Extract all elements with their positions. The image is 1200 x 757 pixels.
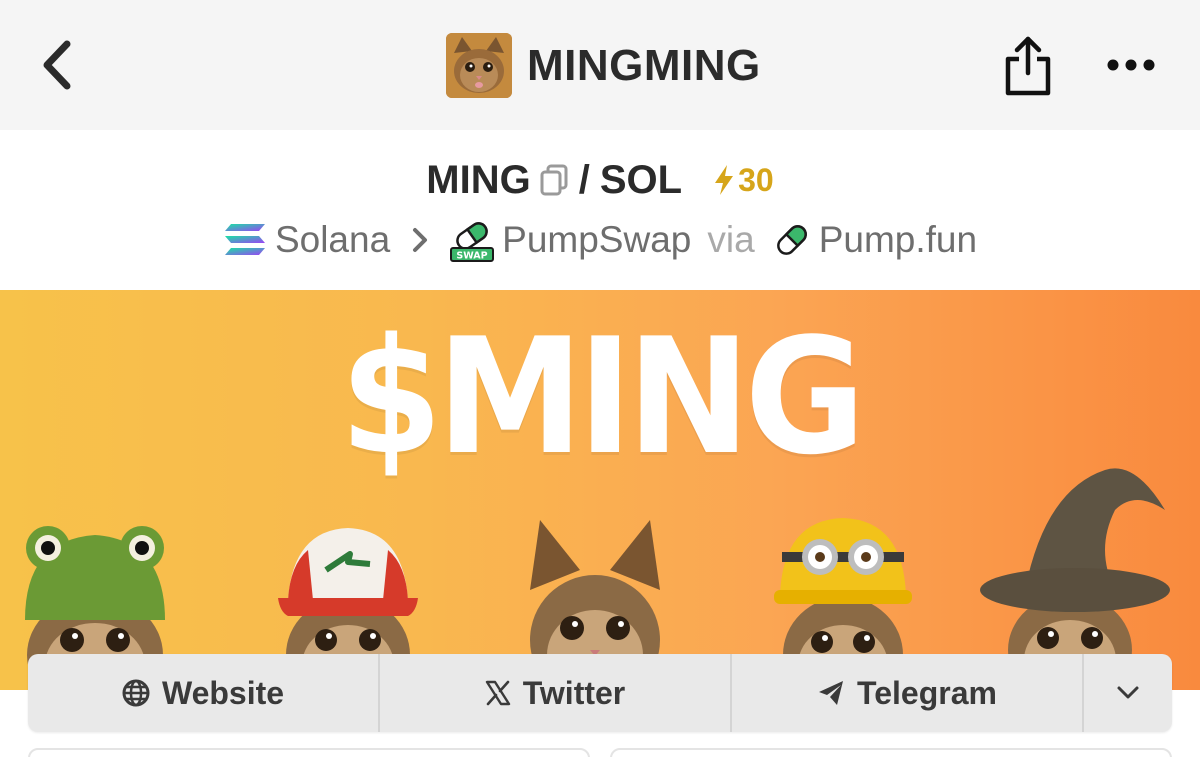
token-banner: $MING [0, 290, 1200, 690]
twitter-button[interactable]: Twitter [378, 654, 730, 732]
stats-cards-row [0, 748, 1200, 757]
via-label: via [707, 219, 755, 260]
pumpswap-icon: SWAP [450, 222, 495, 262]
globe-icon [122, 679, 150, 707]
chevron-down-icon [1117, 686, 1139, 699]
copy-icon [540, 164, 568, 196]
website-label: Website [161, 674, 285, 711]
pair-base-symbol: MING [426, 157, 531, 202]
top-bar: MINGMING [0, 0, 1200, 130]
svg-text:SWAP: SWAP [457, 251, 488, 262]
twitter-label: Twitter [522, 674, 626, 711]
dex-link[interactable]: SWAP PumpSwap [450, 218, 691, 262]
token-avatar [446, 33, 512, 98]
back-button[interactable] [30, 34, 82, 96]
copy-address-button[interactable] [537, 160, 571, 200]
token-header: MINGMING [446, 33, 761, 98]
share-icon [1005, 36, 1051, 96]
telegram-button[interactable]: Telegram [730, 654, 1082, 732]
share-button[interactable] [1000, 32, 1056, 100]
dex-name: PumpSwap [502, 219, 692, 260]
chevron-left-icon [43, 40, 71, 90]
chain-link[interactable]: Solana [223, 219, 390, 261]
social-links-bar: Website Twitter Telegram [28, 654, 1172, 732]
chevron-right-icon [413, 228, 428, 252]
stats-card-left [28, 748, 590, 757]
chain-name: Solana [274, 219, 391, 260]
pumpfun-icon [776, 225, 807, 255]
more-button[interactable] [1100, 44, 1162, 86]
website-button[interactable]: Website [28, 654, 378, 732]
boost-badge[interactable]: 30 [712, 162, 774, 199]
pair-title: MING / SOL 30 [0, 150, 1200, 210]
solana-icon [224, 224, 265, 255]
stats-card-right [610, 748, 1172, 757]
x-logo-icon [485, 680, 510, 706]
more-links-button[interactable] [1082, 654, 1172, 732]
telegram-icon [819, 681, 844, 705]
telegram-label: Telegram [857, 674, 997, 711]
launchpad-link[interactable]: Pump.fun [773, 219, 977, 261]
more-horizontal-icon [1107, 59, 1155, 71]
route-breadcrumb: Solana SWAP PumpSwap via Pump.fun [0, 212, 1200, 268]
pair-quote-symbol: SOL [599, 157, 683, 202]
launchpad-name: Pump.fun [818, 219, 978, 260]
boost-count: 30 [738, 161, 774, 198]
pair-separator: / [578, 157, 590, 202]
app-title: MINGMING [527, 40, 761, 90]
lightning-icon [715, 165, 734, 195]
